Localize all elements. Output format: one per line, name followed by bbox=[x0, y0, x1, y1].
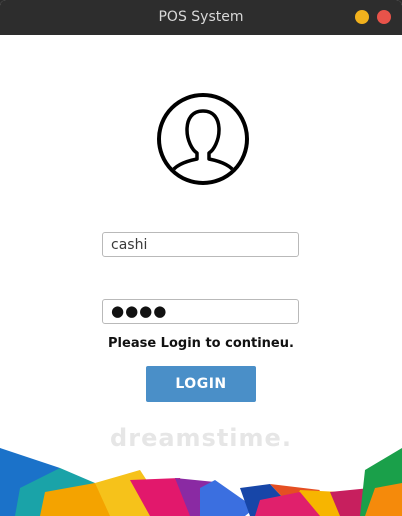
username-field[interactable] bbox=[102, 232, 299, 257]
login-button[interactable]: LOGIN bbox=[146, 366, 256, 402]
minimize-icon[interactable] bbox=[355, 10, 369, 24]
password-field[interactable]: ●●●● bbox=[102, 299, 299, 324]
window-title: POS System bbox=[158, 9, 244, 25]
decorative-polygon-banner bbox=[0, 448, 402, 516]
password-mask: ●●●● bbox=[111, 302, 168, 320]
user-silhouette-icon bbox=[157, 93, 249, 185]
titlebar[interactable]: POS System bbox=[0, 0, 402, 35]
login-window: POS System ●●●● Please Login to contineu… bbox=[0, 0, 402, 516]
login-message: Please Login to contineu. bbox=[108, 336, 294, 351]
close-icon[interactable] bbox=[377, 10, 391, 24]
